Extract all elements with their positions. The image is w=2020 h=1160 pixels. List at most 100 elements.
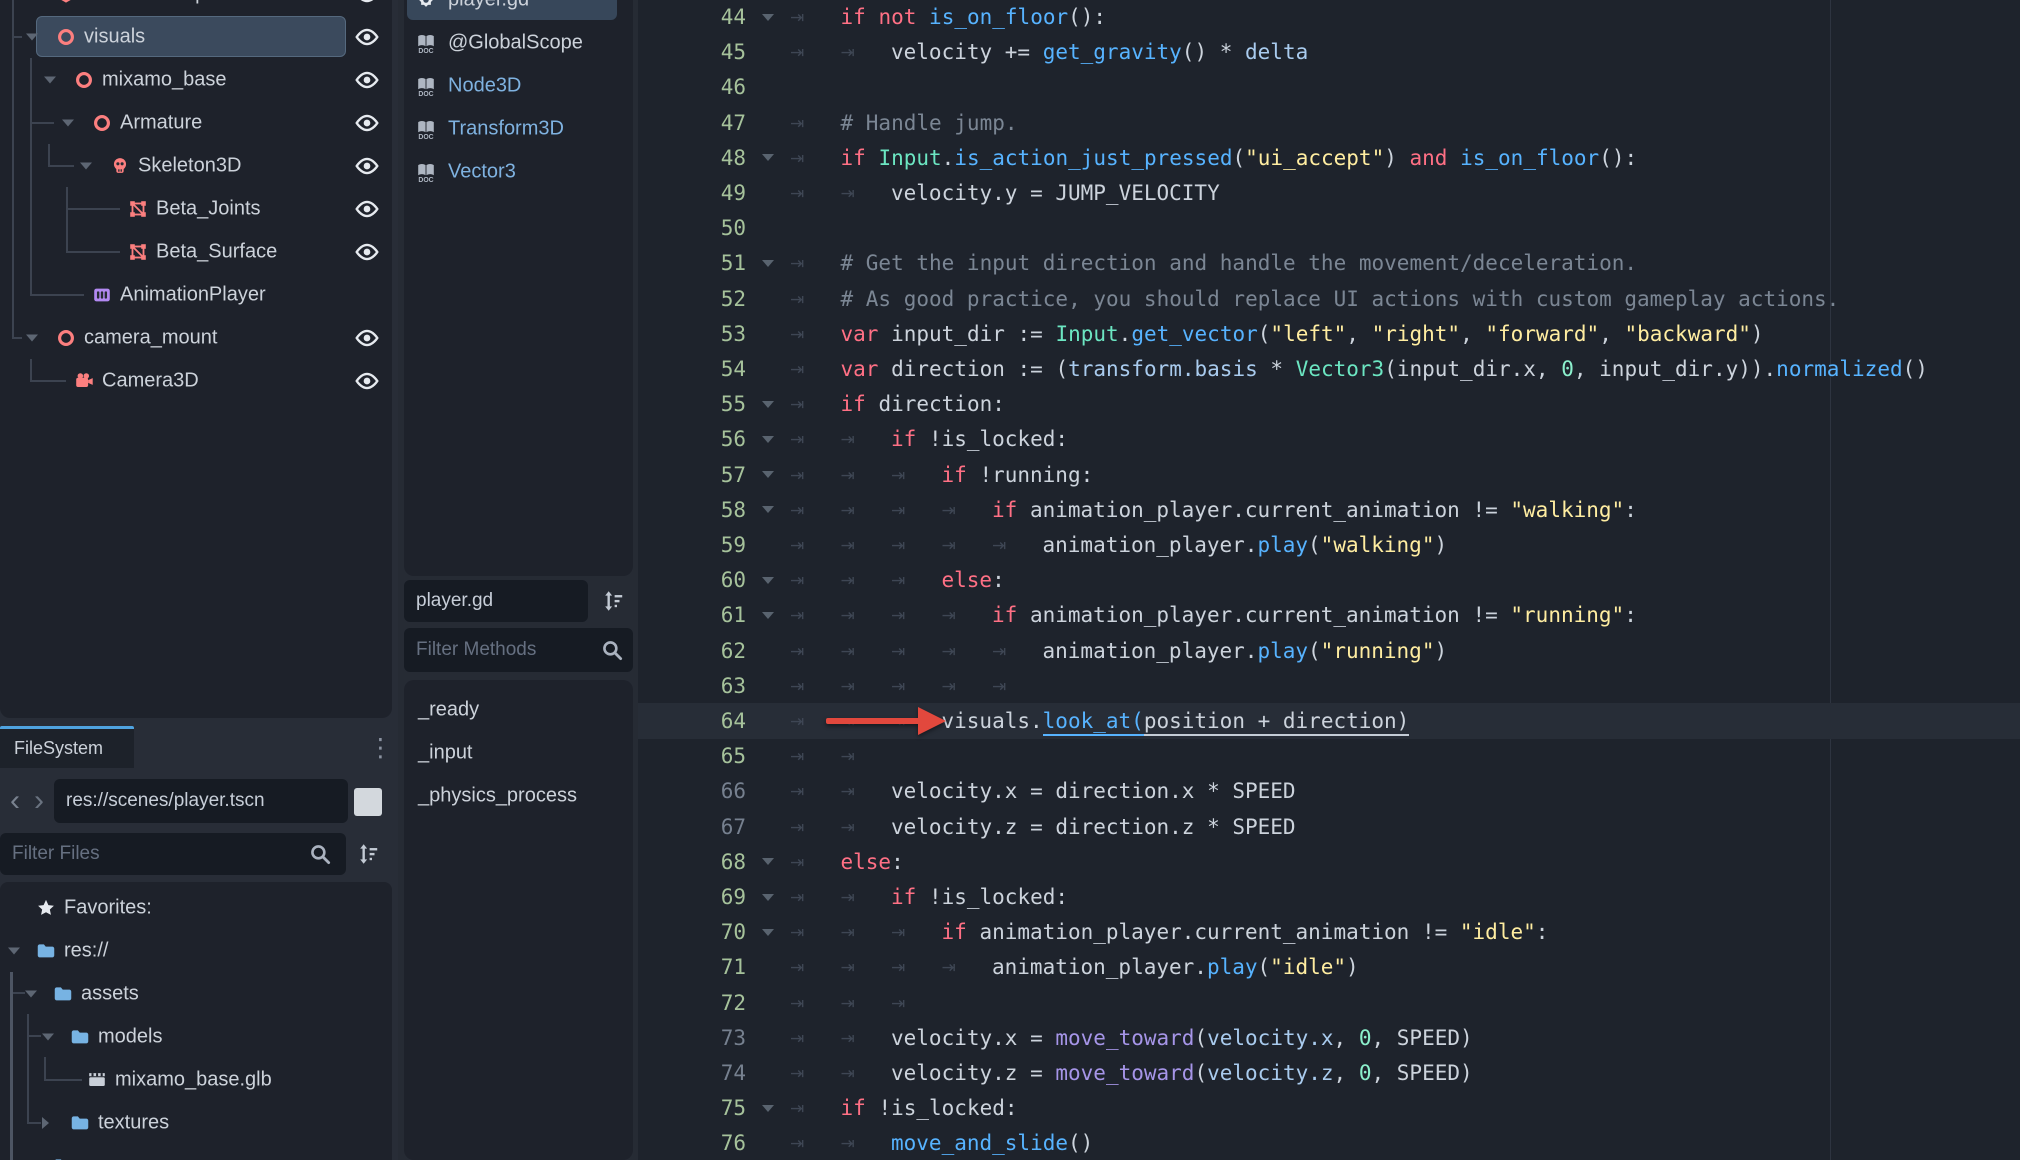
search-icon [306, 840, 334, 868]
code-text: ⇥⇥⇥⇥if animation_player.current_animatio… [790, 603, 1637, 627]
panel-menu-icon[interactable]: ⋮ [368, 733, 393, 763]
scene-tree-row-beta_joints[interactable]: Beta_Joints [0, 187, 392, 230]
visibility-toggle-eye-icon[interactable] [354, 239, 380, 265]
scene-tree-row-camera_mount[interactable]: camera_mount [0, 316, 392, 359]
code-line-46[interactable]: 46 [638, 69, 2020, 105]
filesystem-row-folder[interactable] [0, 1144, 392, 1160]
fold-chevron-icon[interactable] [746, 612, 790, 619]
script-list-item--globalscope[interactable]: DOC@GlobalScope [404, 21, 633, 64]
code-line-59[interactable]: 59⇥⇥⇥⇥⇥animation_player.play("walking") [638, 527, 2020, 563]
filesystem-row-res-[interactable]: res:// [0, 929, 392, 972]
expand-chevron-icon[interactable] [42, 1117, 49, 1129]
script-list-item-vector3[interactable]: DOCVector3 [404, 150, 633, 193]
code-line-52[interactable]: 52⇥# As good practice, you should replac… [638, 281, 2020, 317]
visibility-toggle-eye-icon[interactable] [354, 67, 380, 93]
code-line-75[interactable]: 75⇥if !is_locked: [638, 1090, 2020, 1126]
code-line-49[interactable]: 49⇥⇥velocity.y = JUMP_VELOCITY [638, 175, 2020, 211]
code-line-65[interactable]: 65⇥⇥ [638, 738, 2020, 774]
script-list-item-player.gd[interactable]: player.gd [404, 0, 633, 21]
fold-chevron-icon[interactable] [746, 506, 790, 513]
code-line-58[interactable]: 58⇥⇥⇥⇥if animation_player.current_animat… [638, 492, 2020, 528]
code-line-61[interactable]: 61⇥⇥⇥⇥if animation_player.current_animat… [638, 597, 2020, 633]
nav-back-icon[interactable]: ‹ [10, 779, 20, 823]
code-line-60[interactable]: 60⇥⇥⇥else: [638, 562, 2020, 598]
visibility-toggle-eye-icon[interactable] [354, 0, 380, 7]
script-list-item-transform3d[interactable]: DOCTransform3D [404, 107, 633, 150]
filesystem-tab[interactable]: FileSystem [0, 726, 134, 768]
scene-tree-row-beta_surface[interactable]: Beta_Surface [0, 230, 392, 273]
code-line-72[interactable]: 72⇥⇥⇥ [638, 985, 2020, 1021]
scene-tree-row-visuals[interactable]: visuals [0, 15, 392, 58]
visibility-toggle-eye-icon[interactable] [354, 325, 380, 351]
method-list-item-input[interactable]: _input [404, 731, 633, 774]
filesystem-row-models[interactable]: models [0, 1015, 392, 1058]
expand-chevron-icon[interactable] [26, 334, 38, 341]
code-line-74[interactable]: 74⇥⇥velocity.z = move_toward(velocity.z,… [638, 1055, 2020, 1091]
code-line-44[interactable]: 44⇥if not is_on_floor(): [638, 0, 2020, 35]
expand-chevron-icon[interactable] [44, 76, 56, 83]
code-line-73[interactable]: 73⇥⇥velocity.x = move_toward(velocity.x,… [638, 1020, 2020, 1056]
expand-chevron-icon[interactable] [62, 119, 74, 126]
code-editor[interactable]: 44⇥if not is_on_floor():45⇥⇥velocity += … [638, 0, 2020, 1160]
visibility-toggle-eye-icon[interactable] [354, 368, 380, 394]
code-line-63[interactable]: 63⇥⇥⇥⇥⇥ [638, 668, 2020, 704]
fold-chevron-icon[interactable] [746, 577, 790, 584]
code-line-47[interactable]: 47⇥# Handle jump. [638, 105, 2020, 141]
filter-methods-placeholder: Filter Methods [416, 639, 536, 661]
scene-tree-row-mixamo_base[interactable]: mixamo_base [0, 58, 392, 101]
filter-files-input[interactable]: Filter Files [0, 833, 346, 875]
code-line-62[interactable]: 62⇥⇥⇥⇥⇥animation_player.play("running") [638, 633, 2020, 669]
expand-chevron-icon[interactable] [26, 33, 38, 40]
filesystem-row-textures[interactable]: textures [0, 1101, 392, 1144]
code-line-56[interactable]: 56⇥⇥if !is_locked: [638, 421, 2020, 457]
line-number: 75 [638, 1096, 746, 1120]
scene-tree-row-armature[interactable]: Armature [0, 101, 392, 144]
expand-chevron-icon[interactable] [8, 947, 20, 954]
expand-chevron-icon[interactable] [42, 1033, 54, 1040]
code-line-57[interactable]: 57⇥⇥⇥if !running: [638, 457, 2020, 493]
scene-tree-row-collisionshape3d[interactable]: CollisionShape3D [0, 0, 392, 15]
visibility-toggle-eye-icon[interactable] [354, 196, 380, 222]
code-line-69[interactable]: 69⇥⇥if !is_locked: [638, 879, 2020, 915]
code-line-67[interactable]: 67⇥⇥velocity.z = direction.z * SPEED [638, 809, 2020, 845]
expand-chevron-icon[interactable] [80, 162, 92, 169]
script-list-item-node3d[interactable]: DOCNode3D [404, 64, 633, 107]
filesystem-row-favorites-[interactable]: Favorites: [0, 886, 392, 929]
code-line-70[interactable]: 70⇥⇥⇥if animation_player.current_animati… [638, 914, 2020, 950]
code-line-71[interactable]: 71⇥⇥⇥⇥animation_player.play("idle") [638, 949, 2020, 985]
fold-chevron-icon[interactable] [746, 260, 790, 267]
fold-chevron-icon[interactable] [746, 858, 790, 865]
fold-chevron-icon[interactable] [746, 401, 790, 408]
code-line-55[interactable]: 55⇥if direction: [638, 386, 2020, 422]
code-line-53[interactable]: 53⇥var input_dir := Input.get_vector("le… [638, 316, 2020, 352]
code-line-48[interactable]: 48⇥if Input.is_action_just_pressed("ui_a… [638, 140, 2020, 176]
nav-forward-icon[interactable]: › [34, 779, 44, 823]
filesystem-row-assets[interactable]: assets [0, 972, 392, 1015]
method-list-item-ready[interactable]: _ready [404, 688, 633, 731]
code-line-66[interactable]: 66⇥⇥velocity.x = direction.x * SPEED [638, 773, 2020, 809]
code-text: ⇥⇥⇥⇥⇥animation_player.play("running") [790, 639, 1447, 663]
visibility-toggle-eye-icon[interactable] [354, 24, 380, 50]
fold-chevron-icon[interactable] [746, 929, 790, 936]
toggle-split-button[interactable] [354, 788, 382, 816]
visibility-toggle-eye-icon[interactable] [354, 110, 380, 136]
fold-chevron-icon[interactable] [746, 1105, 790, 1112]
sort-icon[interactable] [594, 587, 632, 615]
code-line-51[interactable]: 51⇥# Get the input direction and handle … [638, 245, 2020, 281]
fold-chevron-icon[interactable] [746, 894, 790, 901]
fold-chevron-icon[interactable] [746, 471, 790, 478]
code-line-76[interactable]: 76⇥⇥move_and_slide() [638, 1125, 2020, 1160]
sort-icon[interactable] [350, 840, 386, 868]
path-breadcrumb[interactable]: res://scenes/player.tscn [54, 779, 348, 823]
fold-chevron-icon[interactable] [746, 14, 790, 21]
visibility-toggle-eye-icon[interactable] [354, 153, 380, 179]
method-list-item-physics_process[interactable]: _physics_process [404, 774, 633, 817]
fold-chevron-icon[interactable] [746, 436, 790, 443]
code-line-45[interactable]: 45⇥⇥velocity += get_gravity() * delta [638, 34, 2020, 70]
code-line-50[interactable]: 50 [638, 210, 2020, 246]
expand-chevron-icon[interactable] [25, 990, 37, 997]
script-name-filter-input[interactable]: player.gd [404, 580, 588, 622]
code-line-54[interactable]: 54⇥var direction := (transform.basis * V… [638, 351, 2020, 387]
code-line-68[interactable]: 68⇥else: [638, 844, 2020, 880]
fold-chevron-icon[interactable] [746, 154, 790, 161]
